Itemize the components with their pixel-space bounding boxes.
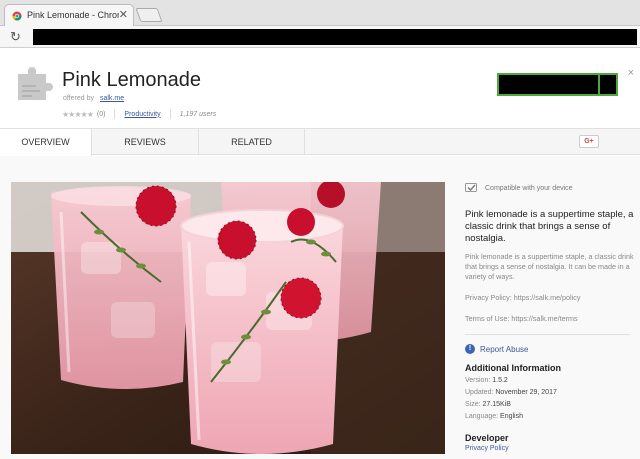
developer-privacy-link[interactable]: Privacy Policy <box>465 445 509 452</box>
puzzle-piece-icon <box>18 67 53 100</box>
google-plus-button[interactable]: G+ <box>579 135 599 148</box>
address-bar[interactable] <box>33 29 637 45</box>
version-row: Version: 1.5.2 <box>465 377 508 384</box>
extension-title: Pink Lemonade <box>62 69 201 91</box>
terms-of-use-text: Terms of Use: https://salk.me/terms <box>465 314 578 323</box>
reload-icon[interactable]: ↻ <box>10 29 21 45</box>
pink-lemonade-photo <box>11 182 445 454</box>
tab-title: Pink Lemonade - Chrome <box>27 10 119 20</box>
language-label: Language: <box>465 413 499 420</box>
divider <box>114 109 116 119</box>
divider <box>169 109 171 119</box>
compatibility-text: Compatible with your device <box>485 185 573 192</box>
close-icon[interactable]: × <box>628 67 634 79</box>
rating-count[interactable]: (0) <box>97 111 106 118</box>
offered-by-link[interactable]: salk.me <box>100 95 124 102</box>
size-row: Size: 27.15KiB <box>465 401 511 408</box>
version-value: 1.5.2 <box>492 377 508 384</box>
screenshot-image[interactable] <box>11 182 445 454</box>
description-text: Pink lemonade is a suppertime staple, a … <box>465 252 634 281</box>
offered-by: offered by salk.me <box>63 95 124 102</box>
version-label: Version: <box>465 377 491 384</box>
summary-text: Pink lemonade is a suppertime staple, a … <box>465 209 634 244</box>
browser-tab[interactable]: Pink Lemonade - Chrome ✕ <box>4 4 134 26</box>
button-divider <box>598 73 600 96</box>
user-count: 1,197 users <box>179 110 217 118</box>
compatibility-notice: Compatible with your device <box>465 183 573 194</box>
updated-row: Updated: November 29, 2017 <box>465 389 557 396</box>
new-tab-button[interactable] <box>135 8 163 22</box>
size-label: Size: <box>465 401 481 408</box>
updated-label: Updated: <box>465 389 494 396</box>
browser-tabstrip: Pink Lemonade - Chrome ✕ <box>0 0 640 26</box>
additional-info-title: Additional Information <box>465 363 561 373</box>
add-to-chrome-button[interactable] <box>497 73 618 96</box>
privacy-policy-text: Privacy Policy: https://salk.me/policy <box>465 293 581 302</box>
detail-tabs: OVERVIEW REVIEWS RELATED G+ <box>0 129 640 156</box>
rating-row: ★★★★★ (0) Productivity 1,197 users <box>62 108 216 120</box>
tab-related[interactable]: RELATED <box>199 129 305 155</box>
language-row: Language: English <box>465 413 523 420</box>
browser-toolbar: ↻ <box>0 26 640 48</box>
tab-close-icon[interactable]: ✕ <box>119 8 128 22</box>
tab-overview[interactable]: OVERVIEW <box>0 129 92 156</box>
tab-reviews[interactable]: REVIEWS <box>92 129 199 155</box>
compatible-check-icon <box>465 183 477 192</box>
offered-by-label: offered by <box>63 95 95 102</box>
report-abuse-link[interactable]: ! Report Abuse <box>465 344 528 354</box>
overview-content: Compatible with your device Pink lemonad… <box>0 156 640 459</box>
rating-stars-icon: ★★★★★ <box>62 109 94 119</box>
language-value: English <box>500 413 524 420</box>
divider <box>465 334 630 335</box>
extension-header: Pink Lemonade offered by salk.me ★★★★★ (… <box>0 49 640 129</box>
category-link[interactable]: Productivity <box>124 111 160 118</box>
updated-value: November 29, 2017 <box>495 389 557 396</box>
report-abuse-label: Report Abuse <box>480 344 529 354</box>
developer-title: Developer <box>465 433 509 443</box>
info-icon: ! <box>465 344 475 354</box>
chrome-favicon-icon <box>12 11 22 21</box>
size-value: 27.15KiB <box>482 401 511 408</box>
